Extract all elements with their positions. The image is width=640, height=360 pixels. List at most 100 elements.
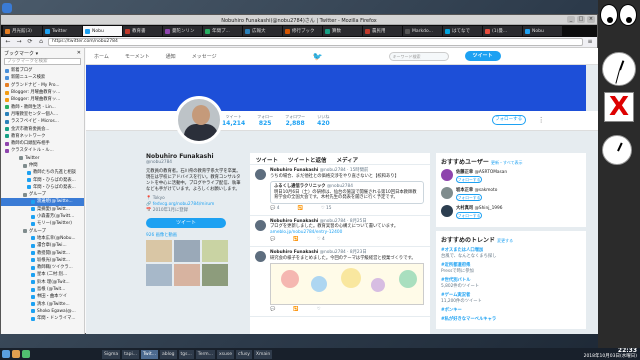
user-name[interactable]: 佐藤正幸	[456, 170, 473, 175]
reply-icon[interactable]: 💬	[270, 307, 275, 313]
browser-tab[interactable]: 月光館(3)	[3, 26, 42, 36]
more-icon[interactable]: ⋮	[538, 116, 545, 124]
bookmark-item[interactable]: Twitter	[1, 155, 84, 162]
website-link[interactable]: fedvcg.org/nobu2784/mirum	[153, 202, 215, 207]
browser-tab[interactable]: 算数	[323, 26, 362, 36]
profile-handle[interactable]: @nobu2784	[146, 160, 242, 165]
nav-home[interactable]: ホーム	[94, 53, 109, 60]
bookmark-item[interactable]: 教師職(ツイクラ...	[1, 264, 84, 271]
taskbar-task[interactable]: Term...	[195, 349, 215, 359]
bookmark-item[interactable]: モリー(@Twitter)	[1, 220, 84, 227]
bookmark-item[interactable]: 渡邊暁(@Twitte...	[1, 198, 84, 206]
quoted-tweet[interactable]: ふるくし通信ラクリニック @nobu2784 明日10月6日（土）の研修は、仙台の…	[270, 181, 424, 204]
retweet-icon[interactable]: 🔁	[297, 206, 302, 212]
browser-tab[interactable]: Markdo...	[403, 26, 442, 36]
browser-tab[interactable]: 年間プ...	[203, 26, 242, 36]
profile-avatar[interactable]	[175, 96, 223, 144]
like-icon[interactable]: ♡ 15	[321, 206, 332, 212]
browser-tab[interactable]: 教育書	[123, 26, 162, 36]
url-bar[interactable]: https://twitter.com/nobu2784	[48, 38, 583, 46]
tweet-link[interactable]: ameblo.jp/nobu2784/entry-12400	[270, 230, 424, 236]
bookmark-item[interactable]: グランドナビ - My Pro...	[1, 82, 84, 89]
bookmark-item[interactable]: 清水 (@Twitte...	[1, 301, 84, 308]
nav-notifications[interactable]: 通知	[166, 53, 176, 60]
trend-item[interactable]: #ポンキー	[441, 307, 581, 313]
nav-messages[interactable]: メッセージ	[192, 53, 217, 60]
trends-change-link[interactable]: 変更する	[497, 238, 513, 243]
bookmark-item[interactable]: 新着ブログ	[1, 67, 84, 74]
bookmark-item[interactable]: Blogger: 月曜曲教育ッ...	[1, 89, 84, 96]
maximize-button[interactable]: □	[577, 16, 585, 23]
timeline-tab[interactable]: ツイートと返信	[288, 156, 327, 164]
follow-user-button[interactable]: フォローする	[456, 212, 482, 219]
bookmark-item[interactable]: ラスフペイビ - Micros...	[1, 118, 84, 125]
window-titlebar[interactable]: Nobuhiro Funakashi(@nobu2784)さん | Twitte…	[1, 15, 597, 25]
browser-tab[interactable]: 修行ブック	[283, 26, 322, 36]
tweet-author[interactable]: Nobuhiro Funakashi	[270, 219, 318, 224]
sidebar-close-icon[interactable]: ✕	[77, 50, 81, 56]
tweet-image[interactable]	[270, 263, 424, 306]
bookmark-item[interactable]: 月曜教室センター個人...	[1, 111, 84, 118]
timeline-tab[interactable]: メディア	[337, 156, 359, 164]
reply-icon[interactable]: 💬	[270, 237, 275, 243]
taskbar-task[interactable]: tapi...	[122, 349, 140, 359]
user-avatar[interactable]	[441, 187, 453, 199]
taskbar-task[interactable]: Xmain	[253, 349, 273, 359]
bookmark-item[interactable]: 年間・ひらばの発表...	[1, 184, 84, 191]
bookmark-item[interactable]: 濃合章(@Twi...	[1, 242, 84, 249]
tweet[interactable]: Nobuhiro Funakashi @nobu2784 · 8月25日 ブログを…	[250, 216, 430, 247]
follow-user-button[interactable]: フォローする	[456, 194, 482, 201]
trend-item[interactable]: #オスまたは人口増加 台風で、なんとなくまち探し	[441, 247, 581, 259]
trend-item[interactable]: #ゲーム実況者 11,200件のツイート	[441, 292, 581, 304]
home-button[interactable]: ⌂	[37, 38, 45, 46]
bookmark-item[interactable]: Shoko Egawa(@...	[1, 308, 84, 315]
profile-stat[interactable]: いいね 420	[317, 114, 330, 127]
tweet-avatar[interactable]	[255, 169, 266, 180]
user-avatar[interactable]	[441, 205, 453, 217]
taskbar-task[interactable]: tgs...	[178, 349, 194, 359]
bookmark-item[interactable]: 仲間	[1, 162, 84, 169]
back-button[interactable]: ←	[4, 38, 12, 46]
bookmark-item[interactable]: 教師・教師生活 - Lin...	[1, 103, 84, 110]
media-thumbnail[interactable]	[174, 240, 200, 262]
taskbar-task[interactable]: ablog	[160, 349, 177, 359]
start-menu-icon[interactable]	[2, 350, 10, 358]
timeline-tab[interactable]: ツイート	[256, 156, 278, 164]
media-thumbnail[interactable]	[202, 264, 228, 286]
bookmark-search-input[interactable]: ブックマークを検索	[4, 58, 81, 65]
like-icon[interactable]: ♡ 4	[317, 237, 325, 243]
media-title[interactable]: 926 画像と動画	[146, 232, 242, 238]
reply-icon[interactable]: 💬 4	[270, 206, 279, 212]
desktop-icon[interactable]	[2, 3, 12, 13]
bookmark-item[interactable]: クラスタイトル・ル...	[1, 147, 84, 154]
browser-tab[interactable]: 農民用	[363, 26, 402, 36]
browser-tab[interactable]: Nobu	[83, 26, 122, 36]
launcher-icon[interactable]	[12, 350, 20, 358]
reload-button[interactable]: ⟳	[26, 38, 34, 46]
tweet[interactable]: Nobuhiro Funakashi @nobu2784 · 8月23日 研究会の…	[250, 247, 430, 317]
bookmark-item[interactable]: 地本広幸(@Nobu...	[1, 235, 84, 242]
bookmark-item[interactable]: 菜摘愛(@Twitt...	[1, 206, 84, 213]
launcher-icon[interactable]	[22, 350, 30, 358]
user-name[interactable]: 大村真司	[456, 206, 473, 211]
menu-button[interactable]: ≡	[586, 38, 594, 46]
taskbar-task[interactable]: cfusy	[235, 349, 252, 359]
twitter-search-input[interactable]: キーワード検索	[388, 51, 449, 61]
retweet-icon[interactable]: 🔁	[293, 237, 298, 243]
compose-tweet-button[interactable]: ツイート	[464, 51, 501, 61]
twitter-bird-icon[interactable]: 🐦	[313, 52, 323, 61]
follow-button[interactable]: フォローする	[491, 115, 526, 125]
bookmark-item[interactable]: グループ	[1, 191, 84, 198]
browser-tab[interactable]: 広報大	[243, 26, 282, 36]
bookmark-item[interactable]: 鈴木 理(@Twit...	[1, 279, 84, 286]
who-to-follow-links[interactable]: 更新・すべて表示	[491, 160, 523, 165]
trend-item[interactable]: #私が好きなマーベルキャラ	[441, 316, 581, 322]
close-button[interactable]: ×	[587, 16, 595, 23]
taskbar-task[interactable]: xsuse	[216, 349, 234, 359]
bookmark-item[interactable]: 年間・ドンライマ...	[1, 315, 84, 322]
browser-tab[interactable]: Nobu	[523, 26, 562, 36]
nav-moments[interactable]: モーメント	[125, 53, 150, 60]
bookmark-item[interactable]: 林田・曲本ツイ	[1, 293, 84, 300]
sidebar-title[interactable]: ブックマーク ▾	[4, 50, 38, 57]
media-thumbnail[interactable]	[146, 240, 172, 262]
